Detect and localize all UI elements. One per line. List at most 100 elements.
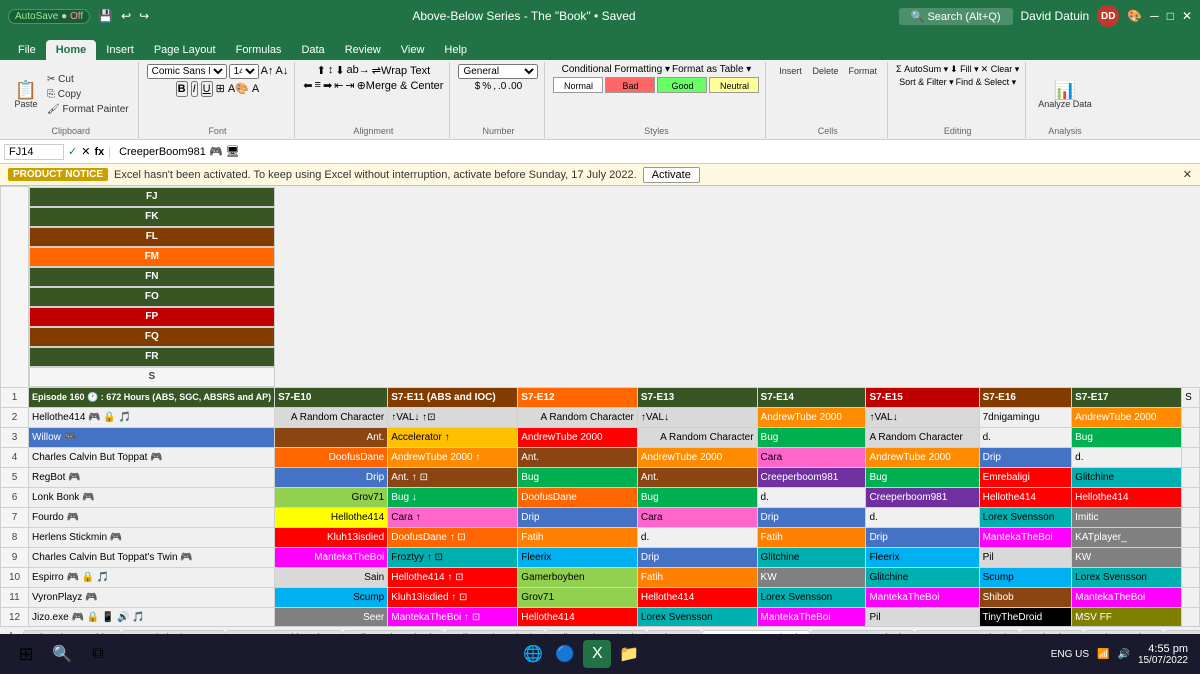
cell-fl4[interactable]: AndrewTube 2000 ↑ — [388, 447, 518, 467]
border-button[interactable]: ⊞ — [216, 82, 225, 95]
cell-fn1[interactable]: S7-E13 — [637, 387, 757, 407]
restore-button[interactable]: □ — [1167, 9, 1174, 23]
cell-fl10[interactable]: Hellothe414 ↑ ⊡ — [388, 567, 518, 587]
cell-fj6[interactable]: Lonk Bonk 🎮 — [29, 487, 275, 507]
formula-input[interactable] — [115, 145, 1196, 159]
normal-style[interactable]: Normal — [553, 77, 603, 93]
excel-icon[interactable]: X — [583, 640, 611, 668]
font-size-selector[interactable]: 14 — [229, 64, 259, 79]
cell-fr11[interactable]: MantekaTheBoi — [1072, 587, 1182, 607]
cell-fo3[interactable]: Bug — [757, 427, 866, 447]
cell-s2[interactable] — [1182, 407, 1200, 427]
cell-fj4[interactable]: Charles Calvin But Toppat 🎮 — [29, 447, 275, 467]
comma-button[interactable]: , — [493, 81, 496, 92]
cell-fm3[interactable]: AndrewTube 2000 — [518, 427, 638, 447]
cell-fj2[interactable]: Hellothe414 🎮 🔒 🎵 — [29, 407, 275, 427]
ribbon-icon[interactable]: 🎨 — [1127, 9, 1142, 23]
align-right-button[interactable]: ➡ — [323, 79, 332, 92]
autosave-toggle[interactable]: AutoSave ● Off — [8, 9, 90, 24]
cell-fm1[interactable]: S7-E12 — [518, 387, 638, 407]
analyze-data-button[interactable]: 📊 Analyze Data — [1034, 79, 1096, 111]
cell-s11[interactable] — [1182, 587, 1200, 607]
cell-fp8[interactable]: Drip — [866, 527, 979, 547]
cell-fo9[interactable]: Glitchine — [757, 547, 866, 567]
cell-fq12[interactable]: TinyTheDroid — [979, 607, 1072, 626]
cell-fk2[interactable]: A Random Character — [275, 407, 388, 427]
undo-icon[interactable]: ↩ — [121, 9, 131, 23]
col-header-fj[interactable]: FJ — [29, 187, 275, 207]
align-bottom-button[interactable]: ⬇ — [335, 64, 344, 77]
quick-access-save[interactable]: 💾 — [98, 9, 113, 23]
clock[interactable]: 4:55 pm 15/07/2022 — [1138, 643, 1188, 666]
edge-icon[interactable]: 🌐 — [519, 640, 547, 668]
cell-fr2[interactable]: AndrewTube 2000 — [1072, 407, 1182, 427]
cell-fq5[interactable]: Emrebaligi — [979, 467, 1072, 487]
cell-fj1[interactable]: Episode 160 🕐 : 672 Hours (ABS, SGC, ABS… — [29, 387, 275, 407]
tab-file[interactable]: File — [8, 40, 46, 60]
cell-fp1[interactable]: S7-E15 — [866, 387, 979, 407]
cell-fk10[interactable]: Sain — [275, 567, 388, 587]
cell-s7[interactable] — [1182, 507, 1200, 527]
cell-fl2[interactable]: ↑VAL↓ ↑⊡ — [388, 407, 518, 427]
activate-button[interactable]: Activate — [643, 167, 700, 183]
cell-fo6[interactable]: d. — [757, 487, 866, 507]
col-header-s[interactable]: S — [29, 367, 275, 387]
tab-home[interactable]: Home — [46, 40, 97, 60]
cell-fp12[interactable]: Pil — [866, 607, 979, 626]
wrap-text-button[interactable]: ⇌Wrap Text — [372, 64, 430, 77]
cell-fl5[interactable]: Ant. ↑ ⊡ — [388, 467, 518, 487]
cell-fn8[interactable]: d. — [637, 527, 757, 547]
format-button[interactable]: Format — [844, 64, 881, 78]
cell-fr6[interactable]: Hellothe414 — [1072, 487, 1182, 507]
cell-fn5[interactable]: Ant. — [637, 467, 757, 487]
redo-icon[interactable]: ↪ — [139, 9, 149, 23]
cell-fk11[interactable]: Scump — [275, 587, 388, 607]
fill-button[interactable]: ⬇ Fill ▾ — [950, 64, 979, 75]
cell-fr5[interactable]: Glitchine — [1072, 467, 1182, 487]
bad-style[interactable]: Bad — [605, 77, 655, 93]
tab-page-layout[interactable]: Page Layout — [144, 40, 226, 60]
col-header-fl[interactable]: FL — [29, 227, 275, 247]
tab-help[interactable]: Help — [434, 40, 477, 60]
number-format-selector[interactable]: General — [458, 64, 538, 79]
cell-fk9[interactable]: MantekaTheBoi — [275, 547, 388, 567]
cell-fo1[interactable]: S7-E14 — [757, 387, 866, 407]
format-painter-button[interactable]: 🖌 Format Painter — [44, 103, 132, 116]
cell-fm5[interactable]: Bug — [518, 467, 638, 487]
cell-fm6[interactable]: DoofusDane — [518, 487, 638, 507]
lang-display[interactable]: ENG US — [1051, 649, 1089, 660]
cell-fq3[interactable]: d. — [979, 427, 1072, 447]
tab-view[interactable]: View — [391, 40, 435, 60]
cell-fj3[interactable]: Willow 🎮 — [29, 427, 275, 447]
cell-fq8[interactable]: MantekaTheBoi — [979, 527, 1072, 547]
align-middle-button[interactable]: ↕ — [328, 64, 334, 77]
cell-fp7[interactable]: d. — [866, 507, 979, 527]
cell-fq1[interactable]: S7-E16 — [979, 387, 1072, 407]
cell-fq7[interactable]: Lorex Svensson — [979, 507, 1072, 527]
find-select-button[interactable]: Find & Select ▾ — [956, 77, 1017, 88]
col-header-fo[interactable]: FO — [29, 287, 275, 307]
col-header-fq[interactable]: FQ — [29, 327, 275, 347]
cell-s3[interactable] — [1182, 427, 1200, 447]
cell-s12[interactable] — [1182, 607, 1200, 626]
cell-fj8[interactable]: Herlens Stickmin 🎮 — [29, 527, 275, 547]
increase-decimal-button[interactable]: .00 — [508, 81, 522, 92]
cell-fn11[interactable]: Hellothe414 — [637, 587, 757, 607]
cell-fl9[interactable]: Froztyy ↑ ⊡ — [388, 547, 518, 567]
cell-fo5[interactable]: Creeperboom981 — [757, 467, 866, 487]
cell-fn10[interactable]: Fatih — [637, 567, 757, 587]
cell-fr3[interactable]: Bug — [1072, 427, 1182, 447]
cell-fj5[interactable]: RegBot 🎮 — [29, 467, 275, 487]
col-header-fp[interactable]: FP — [29, 307, 275, 327]
cell-fm4[interactable]: Ant. — [518, 447, 638, 467]
increase-font-button[interactable]: A↑ — [261, 65, 274, 77]
insert-function[interactable]: fx — [94, 146, 104, 158]
cell-fl7[interactable]: Cara ↑ — [388, 507, 518, 527]
cell-fo10[interactable]: KW — [757, 567, 866, 587]
search-box[interactable]: 🔍 Search (Alt+Q) — [899, 8, 1013, 25]
cell-fj10[interactable]: Espirro 🎮 🔒 🎵 — [29, 567, 275, 587]
decrease-indent-button[interactable]: ⇤ — [334, 79, 343, 92]
cell-fm8[interactable]: Fatih — [518, 527, 638, 547]
cell-fo11[interactable]: Lorex Svensson — [757, 587, 866, 607]
font-selector[interactable]: Comic Sans MS — [147, 64, 227, 79]
